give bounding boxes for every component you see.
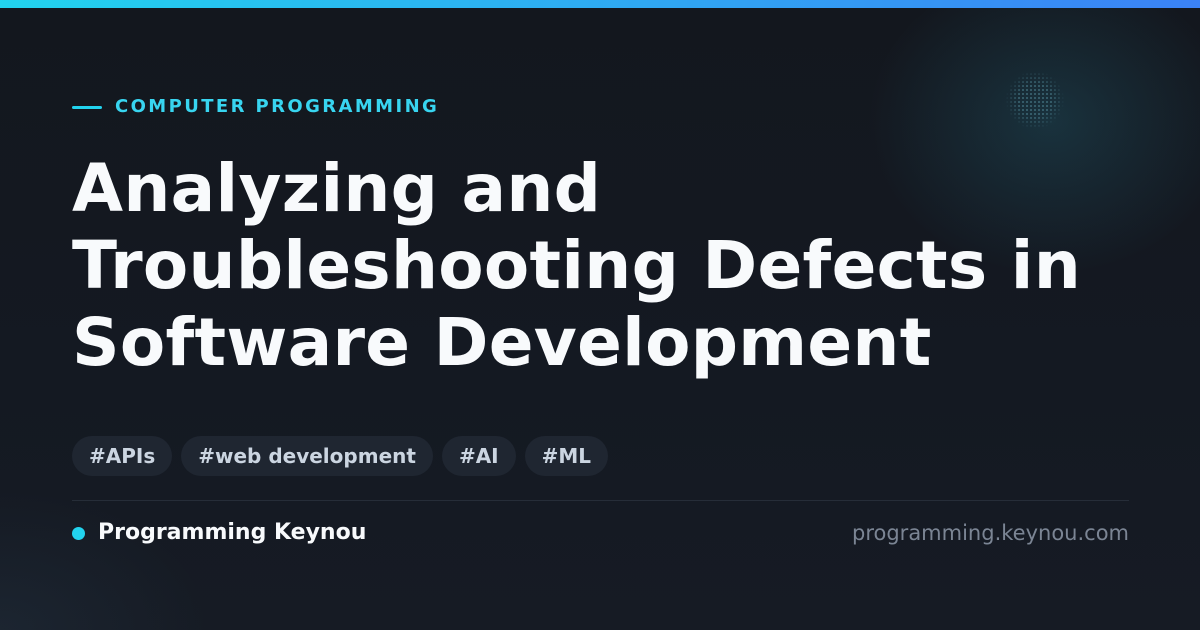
divider: [72, 500, 1129, 501]
category-text: COMPUTER PROGRAMMING: [115, 96, 440, 117]
tag-item[interactable]: #web development: [181, 436, 433, 476]
tag-item[interactable]: #ML: [524, 436, 609, 476]
dot-pattern-decoration: [1005, 72, 1065, 128]
dot-icon: [72, 526, 85, 540]
category-label: COMPUTER PROGRAMMING: [72, 94, 439, 120]
tag-list: #APIs #web development #AI #ML: [72, 436, 609, 476]
site-url[interactable]: programming.keynou.com: [852, 518, 1129, 548]
page-title: Analyzing and Troubleshooting Defects in…: [72, 150, 1081, 381]
og-card: COMPUTER PROGRAMMING Analyzing and Troub…: [0, 0, 1200, 630]
top-accent-bar: [0, 0, 1200, 8]
dash-line-icon: [72, 105, 102, 109]
brand-name: Programming Keynou: [98, 520, 367, 545]
brand: Programming Keynou: [72, 518, 366, 548]
tag-item[interactable]: #APIs: [72, 436, 173, 476]
tag-item[interactable]: #AI: [441, 436, 516, 476]
